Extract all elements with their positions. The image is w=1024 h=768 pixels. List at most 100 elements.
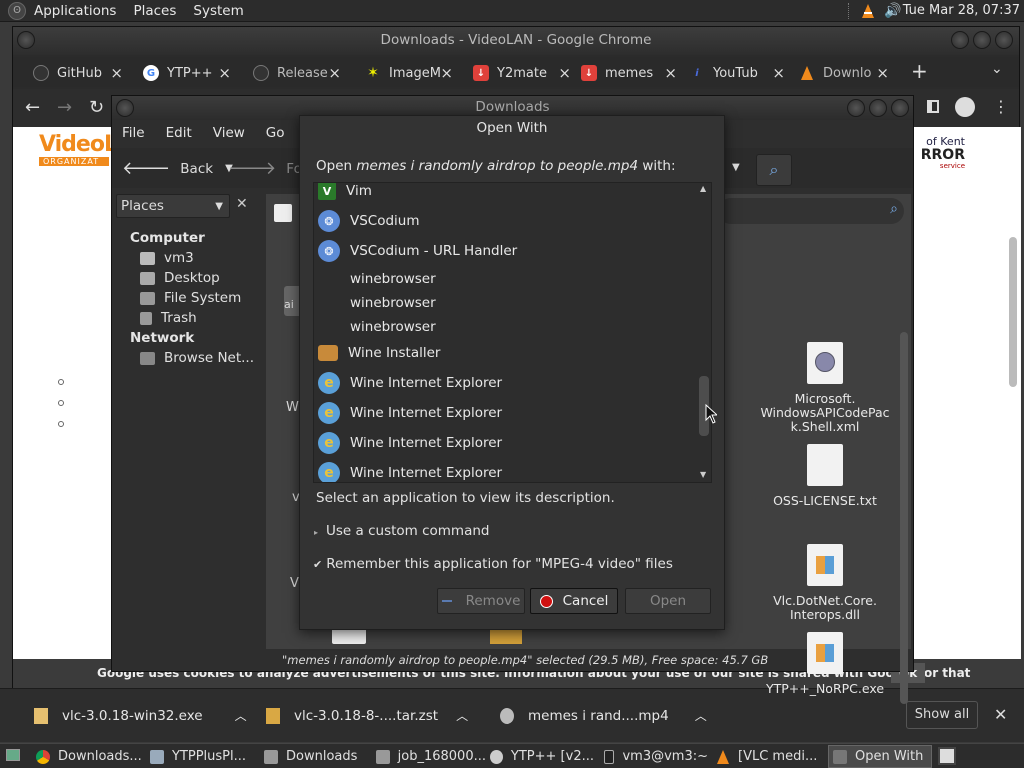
- dialog-title[interactable]: Open With: [300, 116, 724, 140]
- maximize-button[interactable]: [869, 99, 887, 117]
- show-desktop-icon[interactable]: [6, 749, 20, 761]
- close-tab-icon[interactable]: ×: [218, 64, 231, 82]
- tab-ytp[interactable]: G YTP++ ×: [143, 60, 231, 86]
- app-item-winebrowser[interactable]: winebrowser: [314, 317, 698, 337]
- page-scrollbar[interactable]: [1009, 237, 1017, 387]
- chevron-up-icon[interactable]: ︿: [456, 707, 468, 724]
- sidebar-item-desktop[interactable]: Desktop: [140, 270, 220, 286]
- show-all-button[interactable]: Show all: [906, 701, 978, 729]
- taskbar-item-chrome[interactable]: Downloads...: [36, 745, 146, 768]
- close-window-button[interactable]: [995, 31, 1013, 49]
- reload-icon[interactable]: ↻: [89, 97, 104, 118]
- chevron-up-icon[interactable]: ︿: [695, 707, 707, 724]
- file-item-oss-license[interactable]: OSS-LICENSE.txt: [750, 444, 900, 508]
- app-item-winebrowser[interactable]: winebrowser: [314, 269, 698, 289]
- app-item-vim[interactable]: V Vim: [314, 183, 698, 201]
- tab-y2mate[interactable]: ↓ Y2mate ×: [473, 60, 571, 86]
- menu-view[interactable]: View: [213, 125, 245, 141]
- tab-memes[interactable]: ↓ memes ×: [581, 60, 677, 86]
- remove-button[interactable]: Remove: [437, 588, 525, 614]
- app-item-wine-ie[interactable]: e Wine Internet Explorer: [314, 401, 698, 425]
- sidebar-item-trash[interactable]: Trash: [140, 310, 197, 326]
- app-item-wine-ie[interactable]: e Wine Internet Explorer: [314, 461, 698, 482]
- workspace-switcher[interactable]: [938, 747, 956, 765]
- download-item-memes[interactable]: memes i rand....mp4 ︿: [500, 707, 707, 724]
- back-arrow-icon[interactable]: ←: [25, 97, 40, 118]
- chrome-titlebar[interactable]: Downloads - VideoLAN - Google Chrome: [13, 27, 1019, 55]
- close-tab-icon[interactable]: ×: [772, 64, 785, 82]
- app-item-wine-ie[interactable]: e Wine Internet Explorer: [314, 431, 698, 455]
- file-item-microsoft-xml[interactable]: Microsoft. WindowsAPICodePac k.Shell.xml: [750, 342, 900, 434]
- taskbar-item-ytpplus[interactable]: YTPPlusPl...: [150, 745, 254, 768]
- places-dropdown[interactable]: Places ▼: [116, 194, 230, 218]
- back-button[interactable]: 🡐 Back ▼: [122, 158, 233, 179]
- window-menu-button[interactable]: [116, 99, 134, 117]
- close-tab-icon[interactable]: ×: [876, 64, 889, 82]
- remember-checkbox[interactable]: ✔ Remember this application for "MPEG-4 v…: [313, 556, 673, 572]
- taskbar-item-job[interactable]: job_168000...: [376, 745, 486, 768]
- sidebar-item-browse-network[interactable]: Browse Net...: [140, 350, 254, 366]
- taskbar-item-terminal[interactable]: vm3@vm3:~: [604, 745, 708, 768]
- close-tab-icon[interactable]: ×: [664, 64, 677, 82]
- edit-location-icon[interactable]: [274, 204, 292, 222]
- app-item-winebrowser[interactable]: winebrowser: [314, 293, 698, 313]
- tab-github[interactable]: GitHub ×: [33, 60, 123, 86]
- clock[interactable]: Tue Mar 28, 07:37: [903, 3, 1020, 18]
- scroll-up-icon[interactable]: ▲: [700, 184, 706, 193]
- file-item-vlc-dotnet-dll[interactable]: Vlc.DotNet.Core. Interops.dll: [750, 544, 900, 622]
- app-item-wine-installer[interactable]: Wine Installer: [314, 341, 698, 365]
- taskbar-item-open-with[interactable]: Open With: [828, 745, 932, 768]
- close-shelf-icon[interactable]: ✕: [994, 705, 1007, 724]
- file-view-scrollbar[interactable]: [900, 332, 908, 704]
- gnome-menu-icon[interactable]: ʘ: [8, 1, 26, 20]
- places-menu[interactable]: Places: [133, 3, 176, 19]
- sidebar-item-filesystem[interactable]: File System: [140, 290, 241, 306]
- app-item-vscodium[interactable]: ❂ VSCodium: [314, 209, 698, 233]
- menu-go[interactable]: Go: [266, 125, 285, 141]
- open-button[interactable]: Open: [625, 588, 711, 614]
- search-button[interactable]: ⌕: [756, 154, 792, 186]
- close-window-button[interactable]: [891, 99, 909, 117]
- taskbar-item-vlc[interactable]: [VLC medi...: [716, 745, 820, 768]
- close-tab-icon[interactable]: ×: [440, 64, 453, 82]
- videolan-logo[interactable]: VideoLAN ORGANIZAT: [39, 133, 151, 169]
- app-list-scrollbar[interactable]: ▲ ▼: [697, 183, 711, 482]
- close-tab-icon[interactable]: ×: [110, 64, 123, 82]
- new-tab-button[interactable]: +: [911, 59, 928, 83]
- app-item-wine-ie[interactable]: e Wine Internet Explorer: [314, 371, 698, 395]
- chevron-down-icon[interactable]: ▼: [732, 162, 740, 173]
- close-tab-icon[interactable]: ×: [558, 64, 571, 82]
- system-menu[interactable]: System: [193, 3, 243, 19]
- tab-downloads[interactable]: Downlo ×: [799, 60, 889, 86]
- download-item-vlc-exe[interactable]: vlc-3.0.18-win32.exe ︿: [34, 707, 247, 724]
- custom-command-expander[interactable]: ▸ Use a custom command: [314, 523, 489, 539]
- minimize-button[interactable]: [951, 31, 969, 49]
- maximize-button[interactable]: [973, 31, 991, 49]
- chevron-up-icon[interactable]: ︿: [235, 707, 247, 724]
- scroll-down-icon[interactable]: ▼: [700, 470, 706, 479]
- volume-icon[interactable]: 🔊: [884, 3, 901, 19]
- location-search-field[interactable]: ⌕: [718, 198, 904, 224]
- forward-arrow-icon[interactable]: →: [57, 97, 72, 118]
- taskbar-item-ytp[interactable]: YTP++ [v2...: [490, 745, 594, 768]
- cancel-button[interactable]: Cancel: [530, 588, 618, 614]
- tab-imagemagick[interactable]: ✶ ImageM ×: [365, 60, 453, 86]
- window-menu-button[interactable]: [17, 31, 35, 49]
- close-sidebar-icon[interactable]: ✕: [236, 196, 248, 212]
- profile-avatar-icon[interactable]: [955, 97, 975, 117]
- side-panel-icon[interactable]: [927, 100, 939, 113]
- taskbar-item-downloads-folder[interactable]: Downloads: [264, 745, 364, 768]
- download-item-vlc-zst[interactable]: vlc-3.0.18-8-....tar.zst ︿: [266, 707, 468, 724]
- menu-edit[interactable]: Edit: [166, 125, 192, 141]
- vlc-tray-icon[interactable]: [861, 3, 875, 23]
- app-item-vscodium-url[interactable]: ❂ VSCodium - URL Handler: [314, 239, 698, 263]
- tab-youtube[interactable]: i YouTub ×: [689, 60, 785, 86]
- close-tab-icon[interactable]: ×: [328, 64, 341, 82]
- menu-file[interactable]: File: [122, 125, 145, 141]
- minimize-button[interactable]: [847, 99, 865, 117]
- sidebar-item-vm3[interactable]: vm3: [140, 250, 194, 266]
- chrome-menu-icon[interactable]: ⋮: [993, 97, 1009, 116]
- applications-menu[interactable]: Applications: [34, 3, 116, 19]
- tab-search-chevron-icon[interactable]: ⌄: [991, 61, 1003, 77]
- tab-release[interactable]: Release ×: [253, 60, 341, 86]
